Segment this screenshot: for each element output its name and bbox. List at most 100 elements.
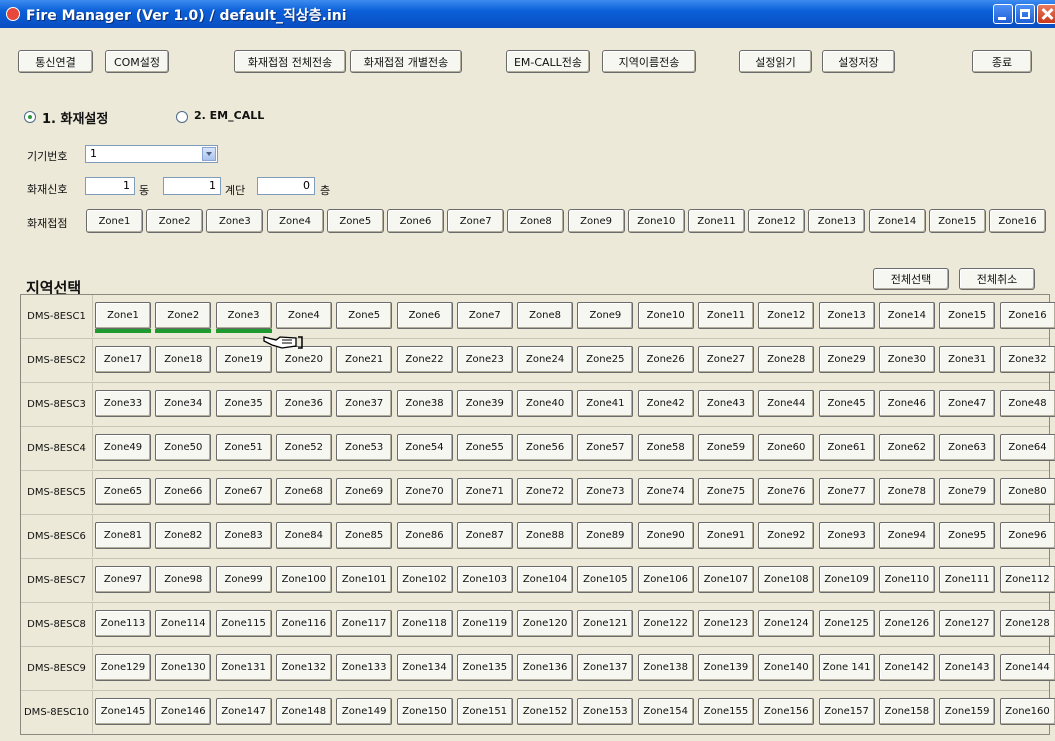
zone-button[interactable]: Zone133: [336, 654, 393, 681]
mode-radio-emcall[interactable]: [176, 111, 188, 123]
zone-button[interactable]: Zone136: [517, 654, 574, 681]
zone-button[interactable]: Zone61: [818, 434, 875, 461]
maximize-button[interactable]: [1015, 4, 1035, 24]
zone-button[interactable]: Zone77: [818, 478, 875, 505]
zone-button[interactable]: Zone41: [577, 390, 634, 417]
zone-button[interactable]: Zone14: [878, 302, 935, 329]
zone-button[interactable]: Zone94: [878, 522, 935, 549]
zone-button[interactable]: Zone17: [95, 346, 151, 373]
zone-button[interactable]: Zone150: [396, 698, 453, 725]
zone-button[interactable]: Zone153: [577, 698, 634, 725]
zone-button[interactable]: Zone2: [155, 302, 212, 333]
zone-button[interactable]: Zone127: [939, 610, 996, 637]
zone-button[interactable]: Zone91: [698, 522, 754, 549]
zone-button[interactable]: Zone83: [215, 522, 272, 549]
zone-button[interactable]: Zone84: [275, 522, 332, 549]
zone-button[interactable]: Zone78: [878, 478, 935, 505]
zone-button[interactable]: Zone39: [456, 390, 513, 417]
fire-contact-zone-button[interactable]: Zone14: [868, 209, 926, 233]
zone-button[interactable]: Zone32: [999, 346, 1055, 373]
zone-button[interactable]: Zone154: [637, 698, 694, 725]
zone-button[interactable]: Zone54: [396, 434, 453, 461]
zone-button[interactable]: Zone9: [577, 302, 634, 329]
fire-contact-zone-button[interactable]: Zone7: [447, 209, 505, 233]
zone-button[interactable]: Zone93: [818, 522, 875, 549]
zone-button[interactable]: Zone50: [155, 434, 212, 461]
zone-button[interactable]: Zone66: [155, 478, 212, 505]
zone-button[interactable]: Zone142: [878, 654, 935, 681]
zone-button[interactable]: Zone134: [396, 654, 453, 681]
zone-button[interactable]: Zone31: [939, 346, 996, 373]
zone-button[interactable]: Zone86: [396, 522, 453, 549]
area-name-send-button[interactable]: 지역이름전송: [602, 50, 696, 73]
zone-button[interactable]: Zone151: [456, 698, 513, 725]
zone-button[interactable]: Zone155: [698, 698, 754, 725]
emcall-send-button[interactable]: EM-CALL전송: [506, 50, 590, 73]
title-bar[interactable]: Fire Manager (Ver 1.0) / default_직상층.ini: [0, 0, 1055, 28]
zone-button[interactable]: Zone139: [698, 654, 754, 681]
send-each-button[interactable]: 화재접점 개별전송: [350, 50, 462, 73]
close-button[interactable]: [1037, 4, 1055, 24]
zone-button[interactable]: Zone34: [155, 390, 212, 417]
zone-button[interactable]: Zone110: [878, 566, 935, 593]
zone-button[interactable]: Zone24: [517, 346, 574, 373]
zone-button[interactable]: Zone6: [396, 302, 453, 329]
zone-button[interactable]: Zone15: [939, 302, 996, 329]
zone-button[interactable]: Zone65: [95, 478, 151, 505]
fire-contact-zone-button[interactable]: Zone3: [206, 209, 264, 233]
zone-button[interactable]: Zone158: [878, 698, 935, 725]
zone-button[interactable]: Zone37: [336, 390, 393, 417]
zone-button[interactable]: Zone 141: [818, 654, 875, 681]
floor-input[interactable]: 0: [257, 177, 315, 195]
zone-button[interactable]: Zone44: [758, 390, 815, 417]
zone-button[interactable]: Zone48: [999, 390, 1055, 417]
zone-button[interactable]: Zone105: [577, 566, 634, 593]
zone-button[interactable]: Zone156: [758, 698, 815, 725]
zone-button[interactable]: Zone101: [336, 566, 393, 593]
zone-button[interactable]: Zone3: [215, 302, 272, 333]
zone-button[interactable]: Zone27: [698, 346, 754, 373]
zone-button[interactable]: Zone67: [215, 478, 272, 505]
zone-button[interactable]: Zone58: [637, 434, 694, 461]
zone-button[interactable]: Zone68: [275, 478, 332, 505]
zone-button[interactable]: Zone46: [878, 390, 935, 417]
zone-button[interactable]: Zone43: [698, 390, 754, 417]
select-all-button[interactable]: 전체선택: [873, 268, 949, 290]
zone-button[interactable]: Zone119: [456, 610, 513, 637]
zone-button[interactable]: Zone113: [95, 610, 151, 637]
save-settings-button[interactable]: 설정저장: [822, 50, 895, 73]
exit-button[interactable]: 종료: [972, 50, 1032, 73]
zone-button[interactable]: Zone122: [637, 610, 694, 637]
zone-button[interactable]: Zone16: [999, 302, 1055, 329]
zone-button[interactable]: Zone42: [637, 390, 694, 417]
fire-contact-zone-button[interactable]: Zone11: [688, 209, 745, 233]
fire-contact-zone-button[interactable]: Zone16: [989, 209, 1046, 233]
zone-button[interactable]: Zone144: [999, 654, 1055, 681]
zone-button[interactable]: Zone97: [95, 566, 151, 593]
zone-button[interactable]: Zone148: [275, 698, 332, 725]
zone-button[interactable]: Zone159: [939, 698, 996, 725]
zone-button[interactable]: Zone69: [336, 478, 393, 505]
zone-button[interactable]: Zone104: [517, 566, 574, 593]
zone-button[interactable]: Zone47: [939, 390, 996, 417]
zone-button[interactable]: Zone10: [637, 302, 694, 329]
zone-button[interactable]: Zone152: [517, 698, 574, 725]
zone-button[interactable]: Zone30: [878, 346, 935, 373]
zone-button[interactable]: Zone33: [95, 390, 151, 417]
zone-button[interactable]: Zone146: [155, 698, 212, 725]
zone-button[interactable]: Zone103: [456, 566, 513, 593]
stair-input[interactable]: 1: [163, 177, 221, 195]
fire-contact-zone-button[interactable]: Zone2: [146, 209, 204, 233]
zone-button[interactable]: Zone115: [215, 610, 272, 637]
zone-button[interactable]: Zone4: [275, 302, 332, 329]
zone-button[interactable]: Zone138: [637, 654, 694, 681]
zone-button[interactable]: Zone108: [758, 566, 815, 593]
zone-button[interactable]: Zone87: [456, 522, 513, 549]
zone-button[interactable]: Zone160: [999, 698, 1055, 725]
zone-button[interactable]: Zone13: [818, 302, 875, 329]
zone-button[interactable]: Zone102: [396, 566, 453, 593]
zone-button[interactable]: Zone70: [396, 478, 453, 505]
zone-button[interactable]: Zone51: [215, 434, 272, 461]
zone-button[interactable]: Zone7: [456, 302, 513, 329]
fire-contact-zone-button[interactable]: Zone8: [507, 209, 565, 233]
